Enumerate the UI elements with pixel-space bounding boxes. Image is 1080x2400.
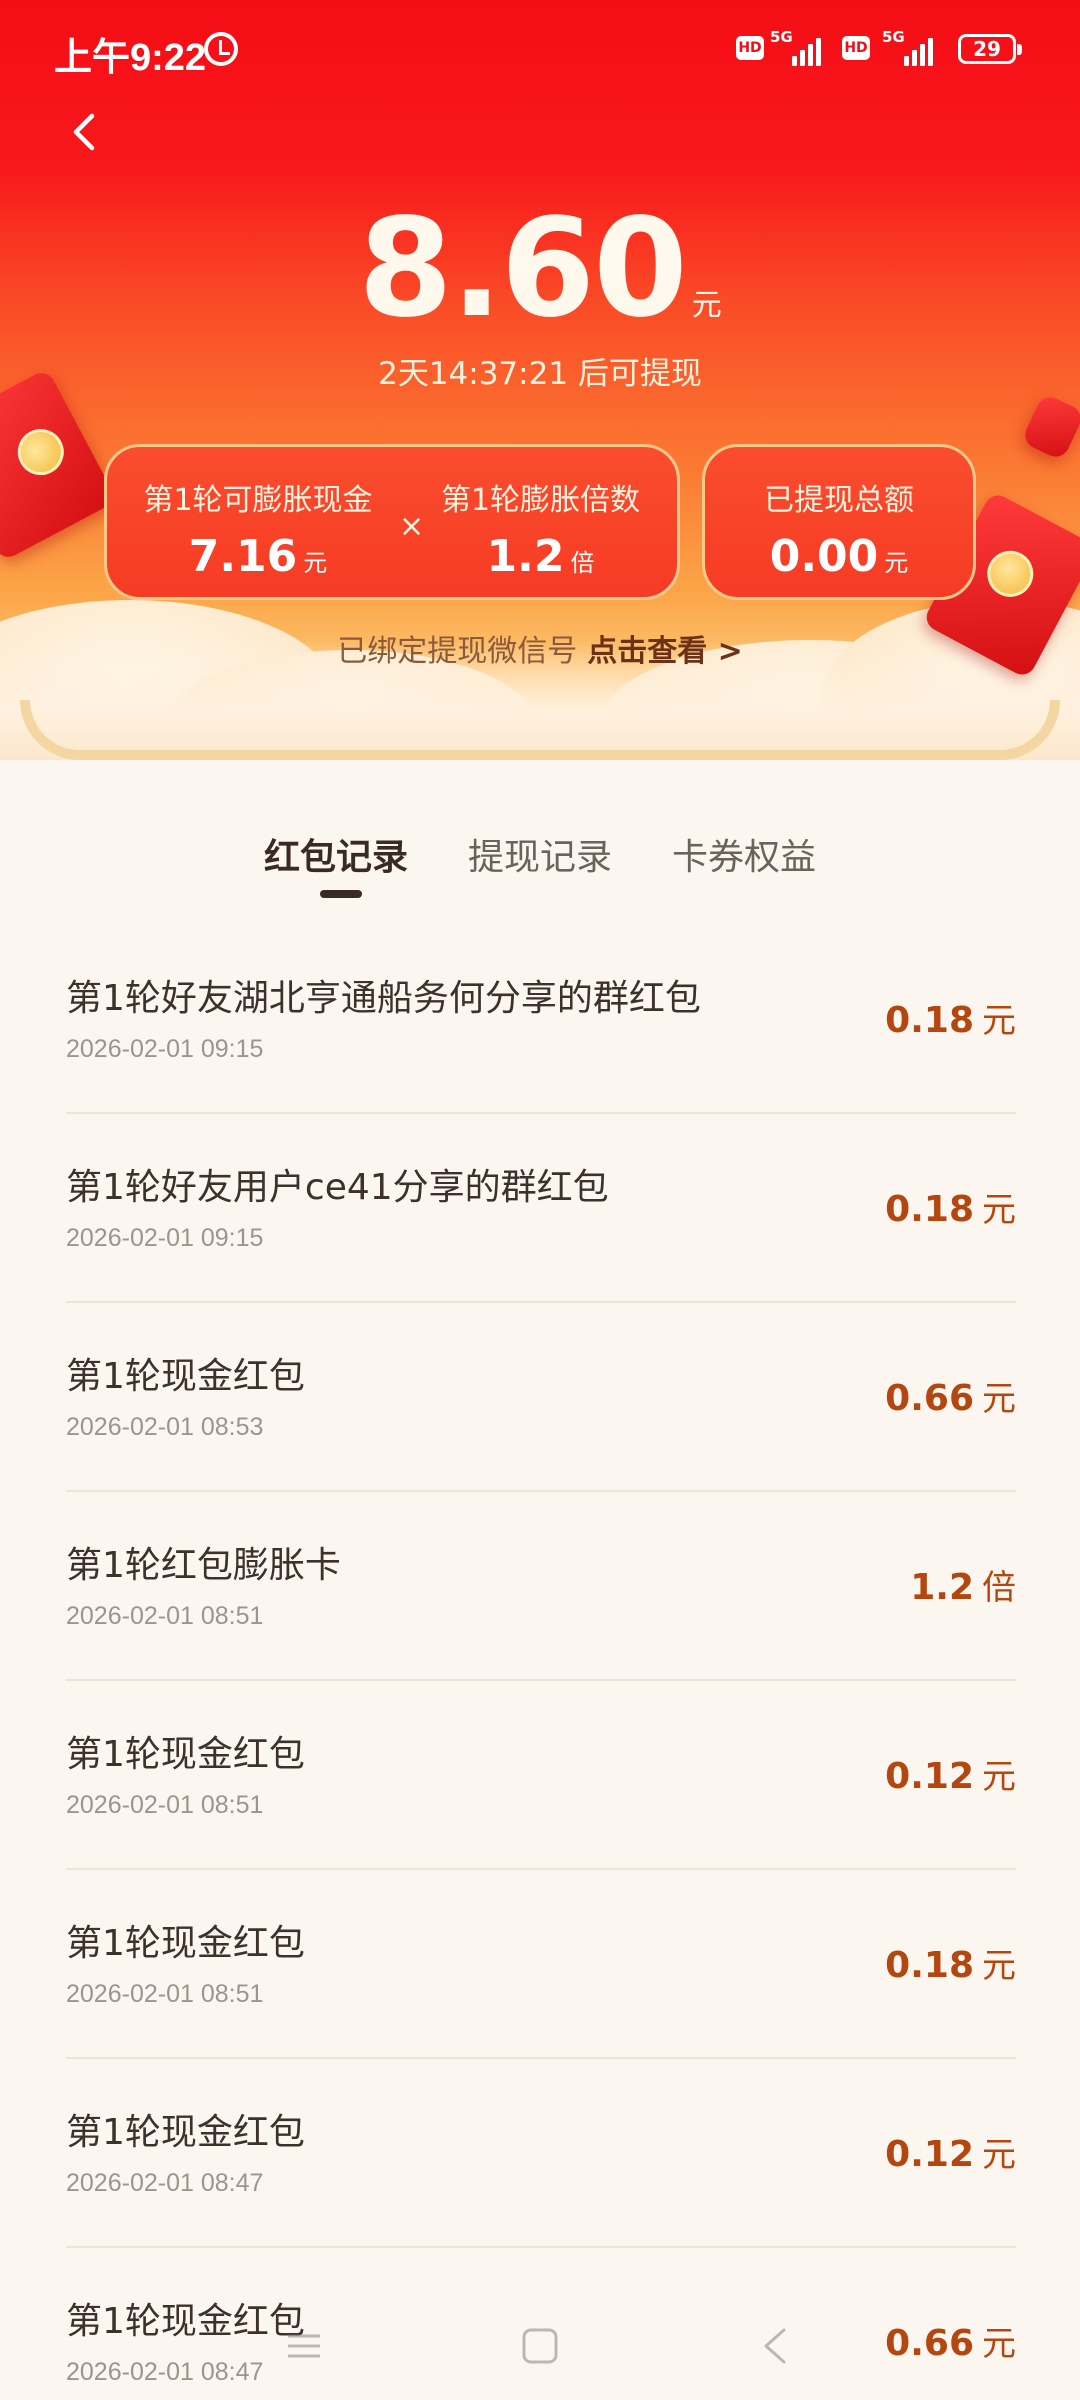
status-time: 上午9:22 (54, 37, 207, 79)
record-amount: 0.18 元 (885, 1182, 1016, 1231)
record-amount: 0.12 元 (885, 1749, 1016, 1798)
balance-display: 8.60 元 (0, 190, 1080, 348)
record-amount-value: 0.12 (885, 2134, 974, 2175)
record-amount-value: 0.18 (885, 1000, 974, 1041)
record-amount-value: 0.18 (885, 1189, 974, 1230)
red-packet-record-list: 第1轮好友湖北亨通船务何分享的群红包 2026-02-01 09:15 0.18… (66, 925, 1016, 2400)
multiplier-unit: 倍 (570, 549, 595, 577)
chevron-left-icon (73, 113, 95, 151)
record-amount-unit: 倍 (982, 1568, 1016, 1608)
record-amount-unit: 元 (982, 1001, 1016, 1041)
system-nav-bar (0, 2300, 1080, 2400)
record-amount-value: 0.66 (885, 1378, 974, 1419)
withdrawn-unit: 元 (884, 549, 909, 577)
active-tab-indicator (320, 890, 362, 898)
back-button[interactable] (66, 112, 106, 152)
record-amount-value: 1.2 (910, 1567, 974, 1608)
red-envelope-decoration (0, 368, 118, 562)
signal-icon (792, 32, 821, 66)
list-item[interactable]: 第1轮现金红包 2026-02-01 08:51 0.18 元 (66, 1870, 1016, 2059)
record-amount-value: 0.12 (885, 1756, 974, 1797)
hd-badge: HD (736, 36, 764, 60)
withdrawn-total-card: 已提现总额 0.00 元 (702, 444, 976, 600)
list-item[interactable]: 第1轮好友用户ce41分享的群红包 2026-02-01 09:15 0.18 元 (66, 1114, 1016, 1303)
record-amount: 0.18 元 (885, 993, 1016, 1042)
cash-unit: 元 (303, 549, 328, 577)
record-amount-unit: 元 (982, 1379, 1016, 1419)
record-title: 第1轮现金红包 (66, 1923, 305, 1964)
tab-coupon-benefits[interactable]: 卡券权益 (672, 828, 816, 880)
list-item[interactable]: 第1轮现金红包 2026-02-01 08:47 0.12 元 (66, 2059, 1016, 2248)
record-amount: 0.66 元 (885, 1371, 1016, 1420)
record-date: 2026-02-01 08:51 (66, 1602, 264, 1630)
record-amount-unit: 元 (982, 1946, 1016, 1986)
wechat-bind-text: 已绑定提现微信号 (337, 634, 578, 669)
record-amount: 0.18 元 (885, 1938, 1016, 1987)
record-date: 2026-02-01 09:15 (66, 1035, 264, 1063)
wechat-bind-line: 已绑定提现微信号 点击查看 > (0, 626, 1080, 670)
cash-column: 第1轮可膨胀现金 7.16 元 (143, 475, 373, 582)
red-envelope-decoration (1020, 392, 1080, 462)
list-item[interactable]: 第1轮好友湖北亨通船务何分享的群红包 2026-02-01 09:15 0.18… (66, 925, 1016, 1114)
balance-unit: 元 (691, 288, 722, 323)
network-label: 5G (770, 28, 793, 46)
record-title: 第1轮现金红包 (66, 2112, 305, 2153)
record-date: 2026-02-01 08:51 (66, 1791, 264, 1819)
record-amount: 1.2 倍 (910, 1560, 1016, 1609)
coin-icon (9, 420, 72, 484)
record-date: 2026-02-01 08:47 (66, 2169, 264, 2197)
multiplier-column: 第1轮膨胀倍数 1.2 倍 (433, 475, 648, 582)
cash-label: 第1轮可膨胀现金 (143, 483, 373, 518)
record-title: 第1轮好友用户ce41分享的群红包 (66, 1167, 609, 1208)
record-title: 第1轮现金红包 (66, 1734, 305, 1775)
record-amount-value: 0.18 (885, 1945, 974, 1986)
record-tabs: 红包记录 提现记录 卡券权益 (0, 820, 1080, 900)
hd-badge: HD (842, 36, 870, 60)
coin-icon (979, 542, 1042, 605)
back-icon[interactable] (756, 2326, 796, 2366)
view-wechat-link[interactable]: 点击查看 > (587, 634, 743, 669)
record-date: 2026-02-01 08:53 (66, 1413, 264, 1441)
battery-icon: 29 (958, 34, 1022, 64)
times-sign: × (399, 509, 425, 544)
record-title: 第1轮好友湖北亨通船务何分享的群红包 (66, 978, 701, 1019)
tab-red-packet-records[interactable]: 红包记录 (264, 828, 408, 880)
withdrawn-value: 0.00 (769, 531, 879, 582)
status-bar: 上午9:22 HD 5G HD 5G 29 (0, 0, 1080, 100)
list-item[interactable]: 第1轮现金红包 2026-02-01 08:53 0.66 元 (66, 1303, 1016, 1492)
record-date: 2026-02-01 08:51 (66, 1980, 264, 2008)
balance-value: 8.60 (358, 190, 688, 348)
withdraw-countdown: 2天14:37:21 后可提现 (378, 356, 702, 392)
record-amount: 0.12 元 (885, 2127, 1016, 2176)
record-title: 第1轮现金红包 (66, 1356, 305, 1397)
network-label: 5G (882, 28, 905, 46)
record-title: 第1轮红包膨胀卡 (66, 1545, 341, 1586)
tab-withdraw-records[interactable]: 提现记录 (468, 828, 612, 880)
record-amount-unit: 元 (982, 1757, 1016, 1797)
home-icon[interactable] (520, 2326, 560, 2366)
alarm-icon (204, 32, 238, 66)
record-date: 2026-02-01 09:15 (66, 1224, 264, 1252)
header-rim (20, 700, 1060, 760)
menu-icon[interactable] (284, 2326, 324, 2366)
withdrawn-label: 已提现总额 (764, 483, 914, 518)
multiplier-value: 1.2 (486, 531, 565, 582)
withdrawn-value-row: 0.00 元 (705, 531, 973, 582)
signal-icon (904, 32, 933, 66)
cash-value-row: 7.16 元 (143, 531, 373, 582)
record-amount-unit: 元 (982, 1190, 1016, 1230)
withdrawn-column: 已提现总额 0.00 元 (705, 475, 973, 582)
multiplier-value-row: 1.2 倍 (433, 531, 648, 582)
multiplier-label: 第1轮膨胀倍数 (440, 483, 641, 518)
expand-cash-card: 第1轮可膨胀现金 7.16 元 × 第1轮膨胀倍数 1.2 倍 (104, 444, 680, 600)
list-item[interactable]: 第1轮红包膨胀卡 2026-02-01 08:51 1.2 倍 (66, 1492, 1016, 1681)
record-amount-unit: 元 (982, 2135, 1016, 2175)
cash-value: 7.16 (188, 531, 298, 582)
list-item[interactable]: 第1轮现金红包 2026-02-01 08:51 0.12 元 (66, 1681, 1016, 1870)
